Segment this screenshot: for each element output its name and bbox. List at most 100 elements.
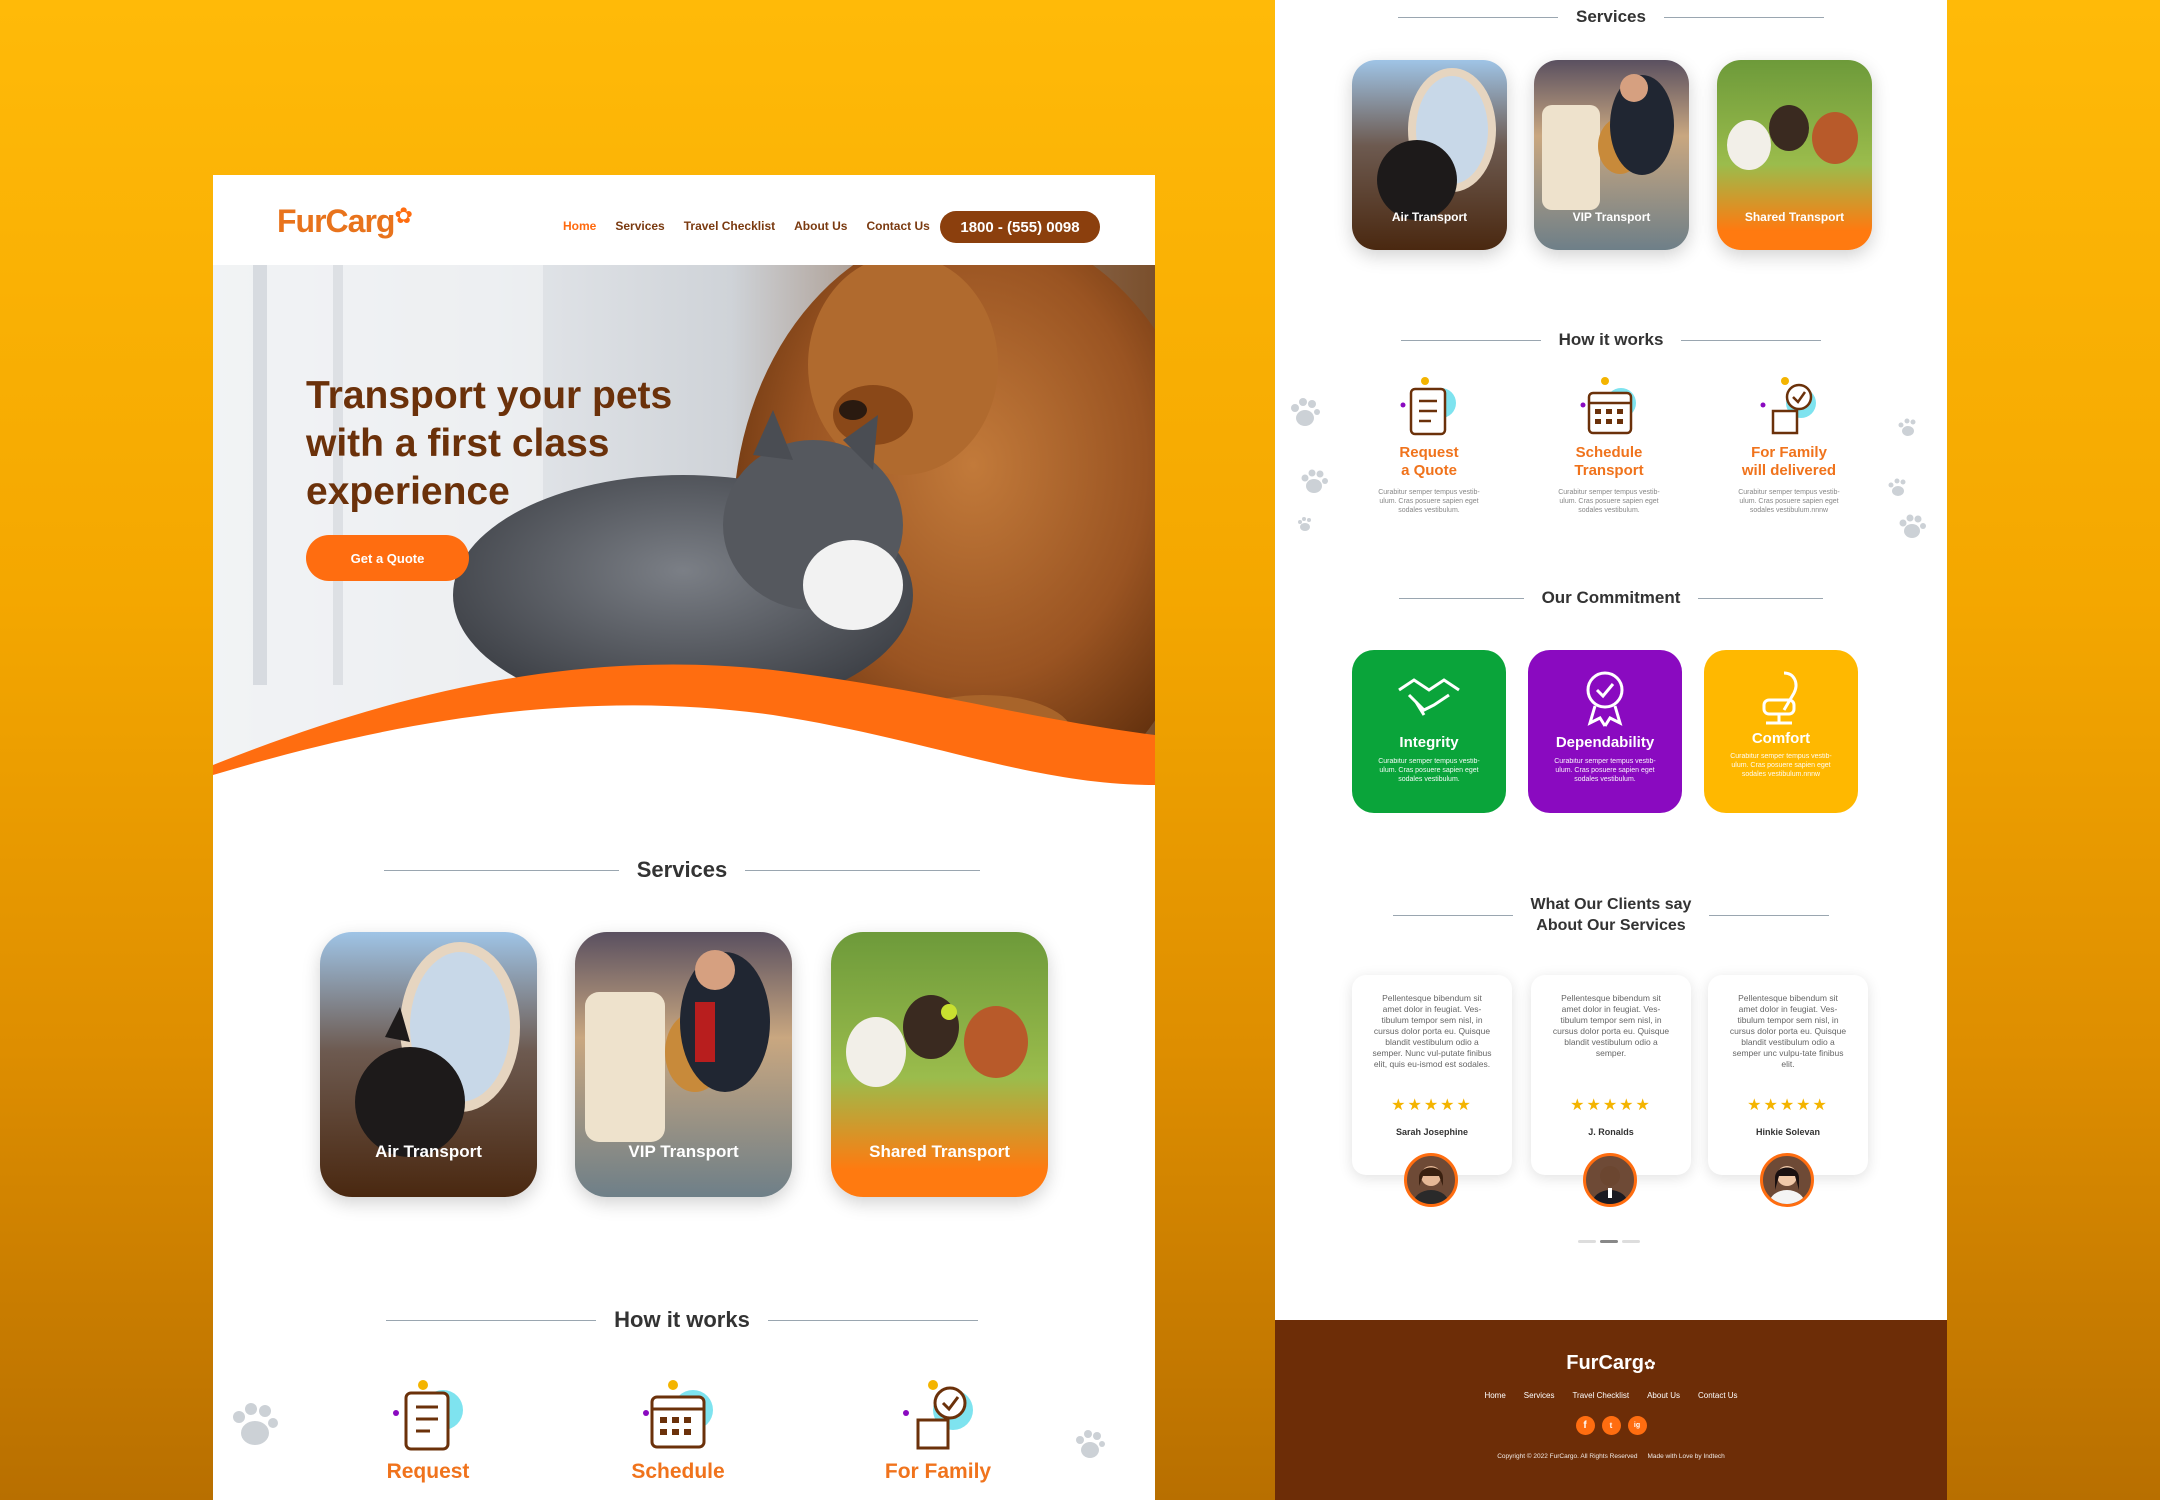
commitment-title: Our Commitment [1541,588,1681,607]
step-delivery-title-1: For Family [1751,444,1827,461]
calendar-icon [643,1380,713,1449]
footer-link-travel-checklist[interactable]: Travel Checklist [1572,1391,1629,1400]
divider [767,1319,978,1321]
paw-decoration-icon [1899,514,1926,538]
testimonial-text: Pellentesque bibendum sit amet dolor in … [1729,993,1847,1069]
how-title: How it works [1558,330,1664,349]
commit-title-integrity: Integrity [1399,734,1459,751]
star-rating: ★★★★★ [1570,1097,1652,1114]
paw-logo-icon: ✿ [394,203,412,228]
logo-text-b: Carg [325,203,396,239]
commit-card-dependability: Dependability Curabitur semper tempus ve… [1528,650,1682,813]
badge-icon [1586,671,1624,727]
testimonial-name: Sarah Josephine [1395,1127,1469,1137]
footer-link-services[interactable]: Services [1524,1391,1555,1400]
service-label-vip: VIP Transport [628,1142,739,1161]
service-card-shared[interactable]: Shared Transport [1717,60,1872,250]
made-by-text: Made with Love by Indtech [1647,1453,1725,1460]
paw-decoration-icon [1301,469,1328,493]
nav-home[interactable]: Home [563,219,596,233]
divider [1709,914,1830,916]
testimonial-name: J. Ronalds [1588,1127,1634,1137]
divider [1663,16,1824,18]
homepage-preview: FurCarg✿ Home Services Travel Checklist … [213,175,1155,1500]
commit-card-integrity: Integrity Curabitur semper tempus vestib… [1352,650,1506,813]
nav-travel-checklist[interactable]: Travel Checklist [684,219,775,233]
avatar [1760,1153,1814,1207]
clients-heading: What Our Clients say About Our Services [1392,893,1830,937]
footer-links: Home Services Travel Checklist About Us … [1275,1391,1947,1400]
step-schedule-title: Schedule Transport [1545,444,1673,480]
paw-decoration-icon [1291,398,1320,426]
facebook-icon[interactable]: f [1575,1416,1595,1435]
service-label-shared: Shared Transport [1744,210,1845,224]
paw-decoration-icon [233,1403,278,1445]
step-request-title-2: a Quote [1401,462,1457,479]
divider [1681,339,1822,341]
nav-about-us[interactable]: About Us [794,219,847,233]
nav-contact-us[interactable]: Contact Us [866,219,929,233]
service-card-shared[interactable]: Shared Transport [831,932,1048,1197]
services-heading: Services [376,855,988,885]
homepage-preview-continued: Services Air Transport VIP Transport Sha… [1275,0,1947,1500]
service-card-vip[interactable]: VIP Transport [575,932,792,1197]
divider [1400,339,1541,341]
clients-title: What Our Clients say About Our Services [1531,894,1692,936]
service-card-air[interactable]: Air Transport [1352,60,1507,250]
phone-button[interactable]: 1800 - (555) 0098 [940,211,1100,243]
service-card-vip[interactable]: VIP Transport [1534,60,1689,250]
step-schedule: Schedule Transport Curabitur semper tempu… [1545,375,1673,515]
carousel-dot[interactable] [1622,1240,1640,1243]
step-request: Request a Quote Curabitur semper tempus v… [1365,375,1493,515]
step-schedule-title-1: Schedule [1575,444,1643,461]
quote-form-icon [1400,377,1456,436]
service-card-air[interactable]: Air Transport [320,932,537,1197]
clients-title-1: What Our Clients say [1530,896,1692,913]
twitter-icon[interactable]: t [1601,1416,1621,1435]
commit-desc-integrity: Curabitur semper tempus vestib-ulum. Cra… [1378,758,1480,783]
clients-title-2: About Our Services [1536,917,1686,934]
star-rating: ★★★★★ [1747,1097,1829,1114]
paw-decoration-icon [1898,418,1916,436]
handshake-icon [1398,678,1460,716]
carousel-dot-active[interactable] [1600,1240,1618,1243]
services-heading: Services [1392,4,1830,30]
step-request-title: Request a Quote [1365,444,1493,480]
service-label-vip: VIP Transport [1572,210,1651,224]
how-heading: How it works [376,1305,988,1335]
carousel-dots[interactable] [1578,1240,1640,1243]
commit-desc-dependability: Curabitur semper tempus vestib-ulum. Cra… [1554,758,1656,783]
step-request-title: Request [386,1460,470,1483]
footer-bottom: Copyright © 2022 FurCargo. All Rights Re… [1275,1453,1947,1460]
social-links: f t ig [1275,1416,1947,1435]
instagram-icon[interactable]: ig [1627,1416,1647,1435]
step-delivery: For Family [863,1375,1013,1484]
logo[interactable]: FurCarg✿ [277,203,413,240]
step-delivery: For Family will delivered Curabitur sempe… [1725,375,1853,515]
copyright-text: Copyright © 2022 FurCargo. All Rights Re… [1497,1453,1638,1460]
service-label-air: Air Transport [375,1142,482,1161]
footer-link-home[interactable]: Home [1484,1391,1505,1400]
divider [386,1319,597,1321]
step-schedule-title: Schedule [631,1460,725,1483]
quote-form-icon [393,1380,463,1451]
footer-link-about-us[interactable]: About Us [1647,1391,1680,1400]
divider [383,869,619,871]
how-heading: How it works [1392,327,1830,353]
get-quote-button[interactable]: Get a Quote [306,535,469,581]
step-request: Request [363,1375,493,1484]
service-label-air: Air Transport [1391,210,1468,224]
paw-logo-icon: ✿ [1644,1356,1656,1372]
footer-link-contact-us[interactable]: Contact Us [1698,1391,1738,1400]
paw-decoration-icon [1076,1430,1105,1458]
paw-decoration-icon [1888,478,1906,496]
star-rating: ★★★★★ [1391,1097,1473,1114]
step-delivery-title: For Family [884,1460,992,1483]
commit-card-comfort: Comfort Curabitur semper tempus vestib-u… [1704,650,1858,813]
step-delivery-title: For Family will delivered [1725,444,1853,480]
nav-services[interactable]: Services [615,219,664,233]
testimonial-text: Pellentesque bibendum sit amet dolor in … [1552,993,1670,1058]
carousel-dot[interactable] [1578,1240,1596,1243]
step-request-title-1: Request [1399,444,1459,461]
footer-logo[interactable]: FurCarg✿ [1275,1352,1947,1375]
